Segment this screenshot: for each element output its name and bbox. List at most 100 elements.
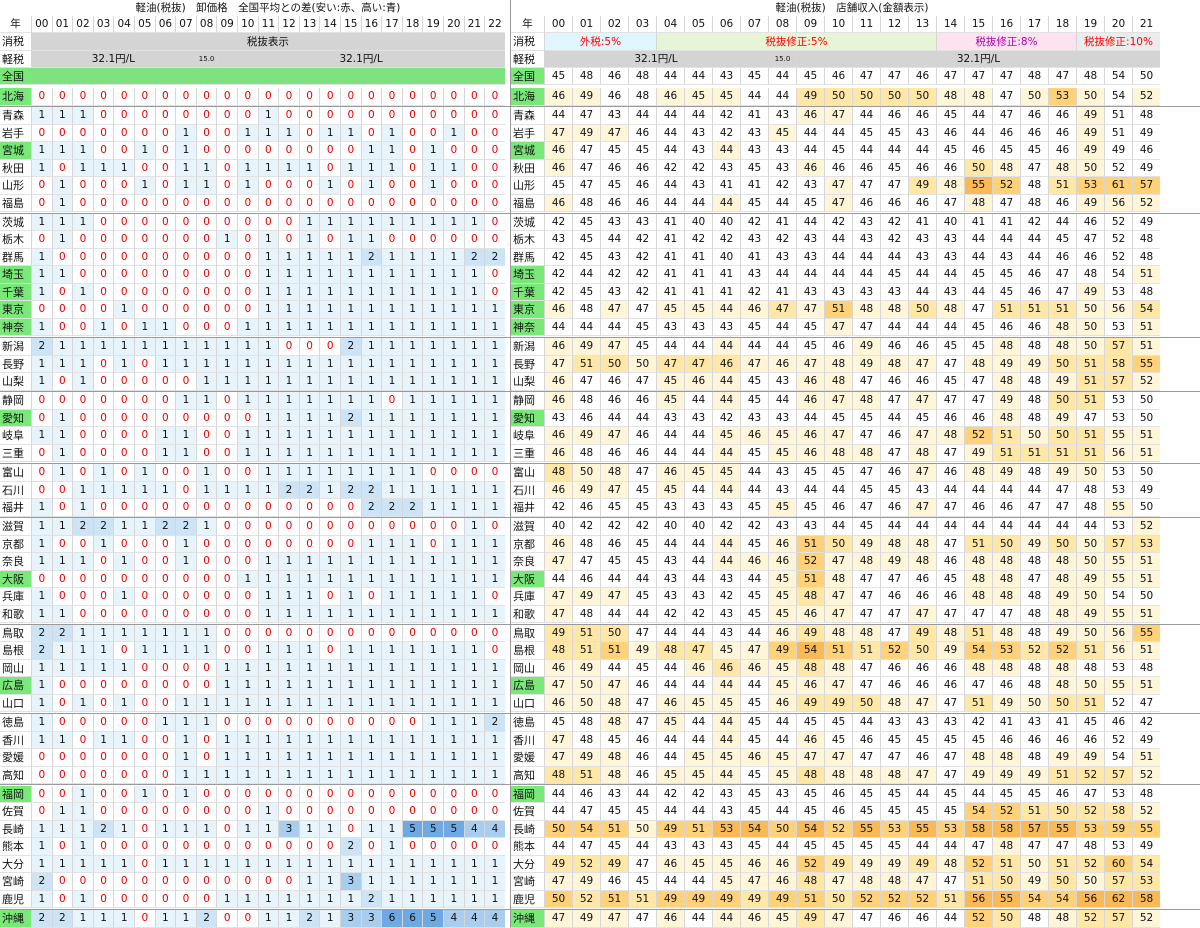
left-price-diff-cell: 0 — [134, 373, 155, 391]
right-store-income-cell: 45 — [768, 124, 796, 143]
right-year-header: 18 — [1048, 16, 1076, 33]
left-price-diff-cell: 0 — [463, 624, 485, 643]
right-store-income-cell: 44 — [796, 142, 824, 160]
left-price-diff-cell: 0 — [195, 803, 217, 821]
left-price-diff-cell: 0 — [298, 124, 320, 143]
left-price-diff-cell: 1 — [319, 318, 340, 337]
right-store-income-cell: 46 — [1048, 248, 1076, 267]
left-pref-label: 栃木 — [0, 231, 31, 249]
right-store-income-cell: 48 — [936, 301, 964, 319]
left-price-diff-cell: 1 — [484, 855, 505, 874]
right-store-income-cell: 41 — [656, 231, 684, 249]
left-price-diff-cell: 1 — [31, 107, 52, 125]
right-store-income-cell: 42 — [656, 605, 684, 624]
right-store-income-cell: 46 — [544, 142, 572, 160]
left-price-diff-cell: 1 — [72, 785, 93, 804]
right-store-income-cell: 43 — [908, 714, 936, 732]
right-store-income-cell: 49 — [992, 392, 1020, 410]
left-price-diff-cell: 0 — [51, 499, 73, 517]
right-store-income-cell: 46 — [544, 444, 572, 463]
right-store-income-cell: 55 — [992, 890, 1020, 909]
left-price-diff-cell: 1 — [51, 659, 73, 678]
left-price-diff-cell: 1 — [216, 481, 237, 499]
right-store-income-cell: 44 — [656, 338, 684, 356]
right-store-income-cell: 49 — [1048, 624, 1076, 643]
right-store-income-cell: 49 — [1132, 481, 1160, 499]
left-price-diff-cell: 1 — [360, 283, 382, 302]
right-store-income-cell: 44 — [936, 910, 964, 928]
right-store-income-cell: 57 — [1104, 535, 1132, 554]
left-price-diff-cell: 1 — [319, 766, 340, 785]
left-price-diff-cell: 0 — [92, 766, 114, 785]
left-pref-label: 福井 — [0, 499, 31, 517]
right-store-income-cell: 43 — [712, 570, 740, 589]
left-price-diff-cell: 0 — [134, 731, 155, 750]
left-price-diff-cell: 0 — [237, 107, 258, 125]
left-price-diff-cell: 0 — [216, 803, 237, 821]
left-price-diff-cell: 1 — [92, 535, 114, 554]
right-store-income-cell: 46 — [740, 749, 768, 767]
left-price-diff-cell: 0 — [484, 177, 505, 195]
left-price-diff-cell: 2 — [31, 873, 52, 891]
right-store-income-cell: 45 — [768, 570, 796, 589]
left-pref-label: 千葉 — [0, 283, 31, 302]
right-store-income-cell: 46 — [768, 535, 796, 554]
right-store-income-cell: 46 — [936, 553, 964, 571]
right-store-income-cell: 44 — [656, 177, 684, 195]
left-price-diff-cell: 0 — [113, 409, 134, 428]
right-store-income-cell: 44 — [964, 785, 992, 804]
right-store-income-cell: 45 — [656, 481, 684, 499]
right-store-income-cell: 49 — [1076, 142, 1104, 160]
right-store-income-cell: 49 — [656, 890, 684, 909]
left-price-diff-cell: 0 — [216, 464, 237, 482]
left-price-diff-cell: 0 — [401, 88, 423, 106]
right-store-income-cell: 43 — [824, 283, 852, 302]
right-store-income-cell: 42 — [740, 283, 768, 302]
right-store-income-cell: 44 — [656, 444, 684, 463]
left-price-diff-cell: 0 — [216, 88, 237, 106]
left-price-diff-cell: 0 — [340, 194, 361, 213]
left-price-diff-cell: 1 — [195, 518, 217, 536]
left-price-diff-cell: 0 — [31, 785, 52, 804]
right-store-income-cell: 48 — [1048, 910, 1076, 928]
right-store-income-cell: 59 — [1104, 820, 1132, 839]
right-store-income-cell: 43 — [768, 107, 796, 125]
left-price-diff-cell: 1 — [319, 373, 340, 391]
right-store-income-cell: 54 — [1132, 301, 1160, 319]
left-price-diff-cell: 1 — [298, 749, 320, 767]
right-store-income-cell: 44 — [684, 392, 712, 410]
left-price-diff-cell: 0 — [154, 373, 176, 391]
right-store-income-cell: 45 — [600, 553, 628, 571]
left-price-diff-cell: 1 — [484, 355, 505, 374]
left-price-diff-cell: 0 — [463, 107, 485, 125]
right-store-income-cell: 49 — [1020, 355, 1048, 374]
right-store-income-cell: 54 — [572, 820, 600, 839]
left-pref-label: 北海 — [0, 88, 31, 106]
right-national-value: 47 — [880, 68, 908, 85]
right-store-income-cell: 46 — [628, 677, 656, 695]
left-price-diff-cell: 0 — [92, 749, 114, 767]
right-pref-label: 鳥取 — [510, 624, 544, 643]
right-store-income-cell: 47 — [852, 570, 880, 589]
right-store-income-cell: 45 — [600, 731, 628, 750]
right-store-income-cell: 43 — [656, 838, 684, 856]
left-price-diff-cell: 1 — [175, 731, 196, 750]
right-store-income-cell: 49 — [572, 338, 600, 356]
right-store-income-cell: 49 — [796, 910, 824, 928]
left-price-diff-cell: 0 — [175, 873, 196, 891]
left-price-diff-cell: 0 — [401, 803, 423, 821]
left-price-diff-cell: 1 — [113, 338, 134, 356]
left-pref-label: 滋賀 — [0, 518, 31, 536]
right-store-income-cell: 50 — [1076, 677, 1104, 695]
right-store-income-cell: 44 — [824, 481, 852, 499]
left-price-diff-cell: 0 — [237, 518, 258, 536]
left-year-header: 12 — [278, 16, 299, 33]
right-store-income-cell: 44 — [1020, 231, 1048, 249]
right-store-income-cell: 53 — [1132, 535, 1160, 554]
left-price-diff-cell: 1 — [422, 409, 443, 428]
right-store-income-cell: 45 — [712, 464, 740, 482]
right-store-income-cell: 52 — [1132, 910, 1160, 928]
right-national-value: 43 — [712, 68, 740, 85]
left-price-diff-cell: 0 — [154, 159, 176, 178]
right-store-income-cell: 43 — [544, 409, 572, 428]
